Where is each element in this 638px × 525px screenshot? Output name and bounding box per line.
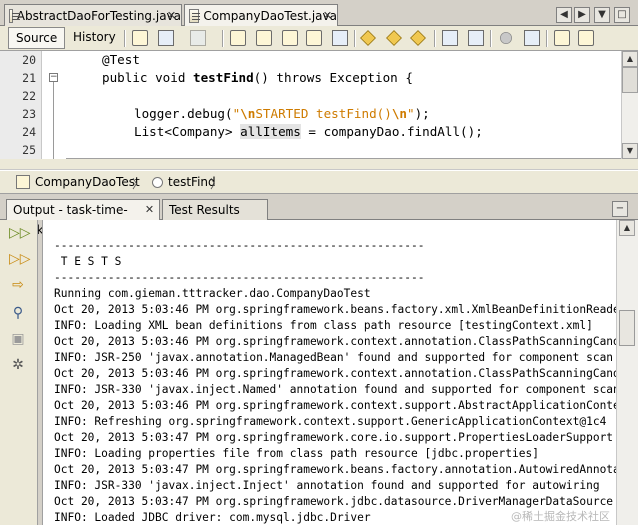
close-icon[interactable]: ✕ <box>166 10 177 21</box>
toggle-bookmark-icon[interactable] <box>410 30 426 46</box>
toggle-rect-select-icon[interactable] <box>332 30 348 46</box>
scroll-right-icon[interactable]: ▶ <box>574 7 590 23</box>
output-line: Oct 20, 2013 5:03:46 PM org.springframew… <box>54 303 616 316</box>
breadcrumb-separator: 〉 <box>132 177 145 191</box>
next-bookmark-icon[interactable] <box>386 30 402 46</box>
tab-output[interactable]: Output - task-time-tracker ✕ <box>6 199 160 237</box>
back-icon[interactable] <box>158 30 174 46</box>
java-file-icon <box>9 8 20 23</box>
class-icon <box>16 175 30 189</box>
output-line: Oct 20, 2013 5:03:47 PM org.springframew… <box>54 463 616 476</box>
scroll-down-icon[interactable]: ▼ <box>622 143 638 159</box>
editor-horizontal-scrollbar[interactable] <box>0 159 638 170</box>
rerun-icon[interactable]: ▷▷ <box>9 224 31 242</box>
scroll-up-icon[interactable]: ▲ <box>622 51 638 67</box>
output-line: T E S T S <box>54 255 122 268</box>
output-line: Oct 20, 2013 5:03:46 PM org.springframew… <box>54 335 616 348</box>
breadcrumb-class[interactable]: CompanyDaoTest <box>16 175 140 189</box>
forward-icon[interactable] <box>190 30 206 46</box>
output-line: INFO: Loading properties file from class… <box>54 447 539 460</box>
output-line: INFO: JSR-250 'javax.annotation.ManagedB… <box>54 351 614 364</box>
minimize-icon[interactable]: − <box>612 201 628 217</box>
maximize-icon[interactable]: □ <box>614 7 630 23</box>
tab-abstractdaofortesting[interactable]: AbstractDaoForTesting.java ✕ <box>4 4 182 26</box>
editor-tab-bar: AbstractDaoForTesting.java ✕ CompanyDaoT… <box>0 0 638 26</box>
scroll-left-icon[interactable]: ◀ <box>556 7 572 23</box>
line-number: 25 <box>22 143 36 157</box>
code-editor[interactable]: 20 21 22 23 24 25 − @Test public void te… <box>0 51 638 159</box>
history-button[interactable]: History <box>66 27 123 49</box>
editor-vertical-scrollbar[interactable]: ▲ ▼ <box>621 51 638 159</box>
close-icon[interactable]: ✕ <box>144 204 155 215</box>
source-button[interactable]: Source <box>8 27 66 49</box>
shift-right-icon[interactable] <box>468 30 484 46</box>
disabled-action-icon[interactable]: ▣ <box>9 330 27 348</box>
tab-list-icon[interactable]: ▼ <box>594 7 610 23</box>
output-line: INFO: JSR-330 'javax.inject.Named' annot… <box>54 383 616 396</box>
shift-left-icon[interactable] <box>442 30 458 46</box>
line-number-gutter: 20 21 22 23 24 25 <box>0 51 42 159</box>
find-previous-icon[interactable] <box>256 30 272 46</box>
method-icon <box>152 176 163 188</box>
watermark: @稀土掘金技术社区 <box>511 510 610 523</box>
last-edit-icon[interactable] <box>132 30 148 46</box>
output-line: ----------------------------------------… <box>54 239 425 252</box>
breadcrumb-method[interactable]: testFind <box>152 175 216 189</box>
toggle-highlight-icon[interactable] <box>306 30 322 46</box>
breadcrumb: CompanyDaoTest 〉 testFind 〉 <box>0 170 638 194</box>
output-line: Oct 20, 2013 5:03:46 PM org.springframew… <box>54 399 616 412</box>
rerun-with-options-icon[interactable]: ▷▷ <box>9 250 31 268</box>
tab-label: CompanyDaoTest.java <box>203 8 337 23</box>
output-line: ----------------------------------------… <box>54 271 425 284</box>
find-next-icon[interactable] <box>282 30 298 46</box>
output-console[interactable]: ----------------------------------------… <box>42 220 616 525</box>
scroll-thumb[interactable] <box>622 67 638 93</box>
scroll-thumb[interactable] <box>619 310 635 346</box>
tab-label: Test Results <box>169 203 240 217</box>
output-line: Running com.gieman.tttracker.dao.Company… <box>54 287 371 300</box>
tools-icon[interactable]: ✲ <box>9 356 27 374</box>
line-number: 24 <box>22 125 36 139</box>
output-side-toolbar: ▷▷ ▷▷ ⇨ ⚲ ▣ ✲ <box>0 220 38 525</box>
fold-margin: − <box>42 51 66 159</box>
comment-icon[interactable] <box>554 30 570 46</box>
breadcrumb-separator: 〉 <box>210 177 223 191</box>
output-line: INFO: Refreshing org.springframework.con… <box>54 415 607 428</box>
output-vertical-scrollbar[interactable]: ▲ <box>616 220 638 525</box>
scroll-up-icon[interactable]: ▲ <box>619 220 635 236</box>
uncomment-icon[interactable] <box>578 30 594 46</box>
close-icon[interactable]: ✕ <box>322 10 333 21</box>
output-line: INFO: Loading XML bean definitions from … <box>54 319 593 332</box>
output-tab-bar: Output - task-time-tracker ✕ Test Result… <box>0 198 638 237</box>
tab-companydaotest[interactable]: CompanyDaoTest.java ✕ <box>184 4 338 26</box>
stop-macro-icon[interactable] <box>524 30 540 46</box>
line-number: 20 <box>22 53 36 67</box>
line-number: 21 <box>22 71 36 85</box>
output-line: INFO: Loaded JDBC driver: com.mysql.jdbc… <box>54 511 371 524</box>
line-number: 23 <box>22 107 36 121</box>
code-line: public void testFind() throws Exception … <box>102 70 413 85</box>
code-line: List<Company> allItems = companyDao.find… <box>134 124 483 139</box>
output-line: Oct 20, 2013 5:03:47 PM org.springframew… <box>54 431 614 444</box>
editor-toolbar: Source History <box>0 26 638 51</box>
stop-icon[interactable]: ⇨ <box>9 276 27 294</box>
settings-icon[interactable]: ⚲ <box>9 304 27 322</box>
line-number: 22 <box>22 89 36 103</box>
breadcrumb-method-label: testFind <box>168 175 216 189</box>
collapse-icon[interactable]: − <box>49 73 58 82</box>
find-icon[interactable] <box>230 30 246 46</box>
output-line: INFO: JSR-330 'javax.inject.Inject' anno… <box>54 479 600 492</box>
previous-bookmark-icon[interactable] <box>360 30 376 46</box>
tab-label: AbstractDaoForTesting.java <box>16 8 181 23</box>
start-macro-icon[interactable] <box>500 32 512 44</box>
java-file-icon <box>189 8 201 23</box>
output-line: Oct 20, 2013 5:03:46 PM org.springframew… <box>54 367 616 380</box>
tab-test-results[interactable]: Test Results <box>162 199 268 220</box>
code-line: logger.debug("\nSTARTED testFind()\n"); <box>134 106 430 121</box>
breadcrumb-class-label: CompanyDaoTest <box>35 175 140 189</box>
code-line: @Test <box>102 52 140 67</box>
